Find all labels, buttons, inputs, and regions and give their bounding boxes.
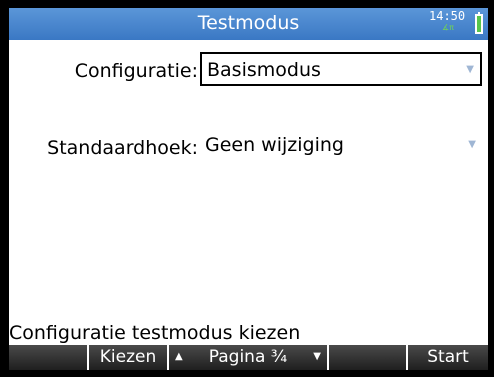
page-softkey-label: Pagina ³⁄₄ — [208, 347, 288, 367]
configuration-label: Configuratie: — [74, 60, 198, 82]
status-hint: Configuratie testmodus kiezen — [9, 322, 301, 344]
configuration-value: Basismodus — [207, 59, 321, 81]
start-softkey-label: Start — [427, 347, 469, 367]
up-arrow-icon: ▲ — [175, 351, 183, 362]
dropdown-arrow-icon: ▼ — [466, 64, 474, 75]
softkey-menu: Kiezen ▲ Pagina ³⁄₄ ▼ Start — [9, 345, 488, 370]
calculator-screen: Testmodus 14:50 ∡π Configuratie: Basismo… — [9, 8, 488, 370]
angle-mode-indicator: ∡π — [442, 23, 454, 32]
choose-softkey-label: Kiezen — [99, 347, 157, 367]
dropdown-arrow-icon: ▼ — [468, 139, 476, 150]
title-bar: Testmodus 14:50 ∡π — [9, 8, 488, 40]
default-angle-label: Standaardhoek: — [47, 137, 198, 159]
softkey-4[interactable] — [329, 345, 408, 370]
battery-icon — [475, 12, 483, 34]
start-softkey[interactable]: Start — [408, 345, 488, 370]
default-angle-select[interactable]: Geen wijziging ▼ — [200, 129, 482, 163]
default-angle-value: Geen wijziging — [205, 134, 344, 156]
down-arrow-icon: ▼ — [313, 351, 321, 362]
configuration-select[interactable]: Basismodus ▼ — [200, 52, 482, 86]
page-softkey[interactable]: ▲ Pagina ³⁄₄ ▼ — [169, 345, 329, 370]
clock: 14:50 — [429, 9, 466, 23]
softkey-1[interactable] — [9, 345, 89, 370]
app-title: Testmodus — [197, 12, 300, 34]
choose-softkey[interactable]: Kiezen — [89, 345, 169, 370]
